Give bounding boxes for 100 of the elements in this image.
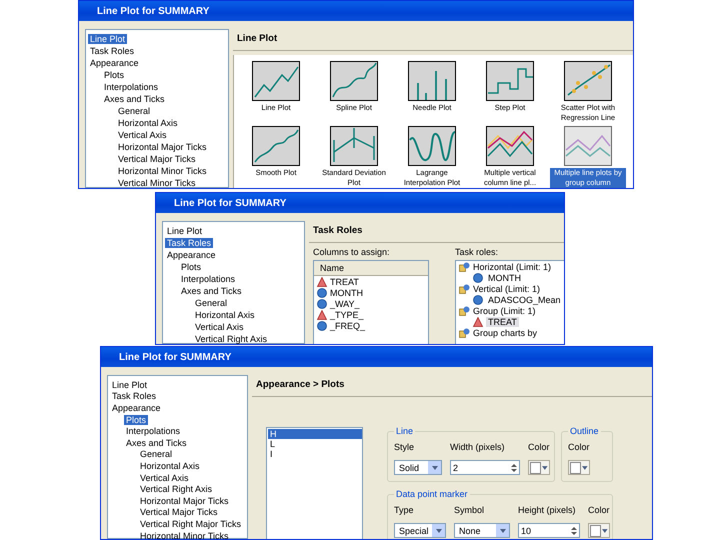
tree-item[interactable]: Appearance — [88, 58, 141, 68]
role-item[interactable]: Horizontal (Limit: 1) — [473, 262, 552, 272]
tree-item[interactable]: Task Roles — [110, 391, 158, 402]
spinner-field[interactable]: 10 — [518, 523, 580, 538]
column-item[interactable]: TREAT — [330, 276, 359, 286]
group-title: Line — [394, 426, 416, 436]
tree-item[interactable]: Vertical Right Major Ticks — [138, 518, 244, 529]
tree-item[interactable]: Horizontal Major Ticks — [138, 496, 231, 506]
tree-item[interactable]: Line Plot — [88, 34, 128, 44]
roles-label: Task roles: — [455, 247, 500, 257]
smooth-plot-thumbnail-icon[interactable] — [252, 126, 300, 166]
dropdown[interactable]: None — [454, 523, 510, 538]
tree-item[interactable]: Axes and Ticks — [102, 94, 167, 104]
caret-icon — [436, 528, 442, 532]
tree-item[interactable]: Task Roles — [165, 238, 214, 248]
tree-item[interactable]: Interpolations — [179, 274, 238, 284]
tree-item[interactable]: Vertical Axis — [138, 472, 191, 483]
tree-item[interactable]: Horizontal Minor Ticks — [116, 166, 209, 176]
numeric-column-icon — [317, 320, 327, 330]
spline-plot-thumbnail-icon[interactable] — [330, 61, 378, 101]
window-title: Line Plot for SUMMARY — [156, 193, 564, 213]
field-label: Color — [568, 442, 591, 452]
assigned-column[interactable]: MONTH — [486, 272, 523, 282]
role-item[interactable]: Group charts by — [473, 328, 538, 338]
dropdown[interactable]: Special — [394, 523, 446, 538]
tree-item[interactable]: Vertical Axis — [116, 130, 169, 140]
tree-item[interactable]: Interpolations — [124, 426, 182, 436]
tree-item[interactable]: Plots — [179, 262, 204, 272]
field-label: Style — [394, 442, 416, 452]
tree-item[interactable]: Task Roles — [88, 46, 136, 56]
group-title: Outline — [568, 426, 601, 436]
tree-item[interactable]: Vertical Right Axis — [138, 484, 214, 494]
series-item[interactable]: H — [268, 429, 362, 439]
color-picker[interactable] — [568, 460, 590, 475]
series-item[interactable]: L — [268, 439, 362, 449]
role-icon — [459, 284, 470, 294]
dropdown[interactable]: Solid — [394, 460, 442, 475]
columns-label: Columns to assign: — [313, 247, 391, 257]
tree-item[interactable]: General — [116, 106, 152, 116]
tree-item[interactable]: General — [193, 298, 230, 308]
tree-item[interactable]: Interpolations — [102, 82, 160, 92]
tree-item[interactable]: Vertical Major Ticks — [138, 507, 220, 518]
color-picker[interactable] — [588, 523, 610, 538]
caret-icon — [602, 528, 608, 532]
numeric-column-icon — [473, 294, 483, 304]
tree-item[interactable]: Plots — [124, 414, 148, 425]
role-icon — [459, 262, 470, 272]
tree-item[interactable]: Axes and Ticks — [124, 438, 189, 448]
scatter-plot-thumbnail-icon[interactable] — [564, 61, 612, 101]
tree-item[interactable]: Horizontal Axis — [116, 118, 180, 128]
assigned-column[interactable]: TREAT — [486, 316, 519, 326]
caret-icon — [500, 528, 506, 532]
step-plot-thumbnail-icon[interactable] — [486, 61, 534, 101]
column-item[interactable]: _FREQ_ — [330, 320, 366, 330]
role-icon — [459, 328, 470, 338]
needle-plot-thumbnail-icon[interactable] — [408, 61, 456, 101]
assigned-column[interactable]: ADASCOG_Mean — [486, 294, 563, 304]
spinner-arrows-icon — [569, 524, 579, 536]
role-item[interactable]: Vertical (Limit: 1) — [473, 284, 540, 294]
line-plot-thumbnail-icon[interactable] — [252, 61, 300, 101]
multi-plot-thumbnail-icon[interactable] — [486, 126, 534, 166]
tree-item[interactable]: Plots — [102, 70, 126, 80]
group-plot-thumbnail-icon[interactable] — [564, 126, 612, 166]
column-item[interactable]: MONTH — [330, 288, 363, 298]
series-item[interactable]: I — [268, 449, 362, 459]
role-icon — [459, 306, 470, 316]
caret-icon — [432, 466, 438, 470]
field-label: Color — [528, 442, 550, 452]
tree-item[interactable]: Horizontal Axis — [193, 310, 257, 320]
panel-title: Line Plot — [233, 29, 633, 51]
stddev-plot-thumbnail-icon[interactable] — [330, 126, 378, 166]
tree-item[interactable]: Appearance — [165, 250, 218, 260]
tree-item[interactable]: Horizontal Axis — [138, 460, 202, 471]
column-item[interactable]: _TYPE_ — [330, 310, 364, 320]
tree-item[interactable]: Vertical Axis — [193, 322, 246, 332]
tree-item[interactable]: Line Plot — [110, 380, 150, 390]
field-label: Height (pixels) — [518, 505, 577, 515]
column-item[interactable]: _WAY_ — [330, 298, 360, 308]
tree-item[interactable]: Appearance — [110, 402, 163, 413]
caret-icon — [542, 466, 548, 470]
field-label: Type — [394, 505, 415, 515]
tree-item[interactable]: General — [138, 449, 174, 460]
spinner-arrows-icon — [509, 462, 519, 474]
tree-item[interactable]: Horizontal Major Ticks — [116, 142, 209, 152]
color-picker[interactable] — [528, 460, 550, 475]
tree-item[interactable]: Axes and Ticks — [179, 286, 244, 296]
character-column-icon — [473, 316, 483, 326]
panel-title: Task Roles — [309, 221, 564, 243]
caret-icon — [582, 466, 588, 470]
tree-item[interactable]: Vertical Right Axis — [193, 334, 270, 344]
tree-item[interactable]: Line Plot — [165, 226, 204, 236]
tree-item[interactable]: Horizontal Minor Ticks — [138, 530, 231, 539]
tree-item[interactable]: Vertical Minor Ticks — [116, 178, 198, 188]
character-column-icon — [317, 310, 327, 320]
role-item[interactable]: Group (Limit: 1) — [473, 306, 536, 316]
numeric-column-icon — [473, 272, 483, 282]
spinner-field[interactable]: 2 — [450, 460, 520, 475]
tree-item[interactable]: Vertical Major Ticks — [116, 154, 198, 164]
field-label: Color — [588, 505, 610, 515]
lagrange-plot-thumbnail-icon[interactable] — [408, 126, 456, 166]
